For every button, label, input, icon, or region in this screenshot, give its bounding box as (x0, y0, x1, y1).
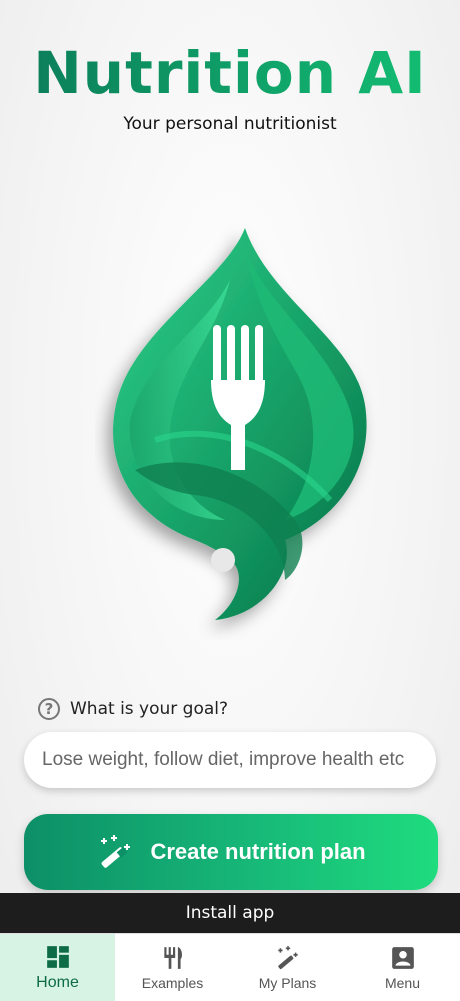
help-icon[interactable]: ? (38, 698, 60, 720)
nav-item-home[interactable]: Home (0, 934, 115, 1001)
create-plan-label: Create nutrition plan (150, 839, 366, 864)
goal-prompt: ? What is your goal? (38, 698, 228, 720)
nav-examples-label: Examples (141, 974, 204, 991)
account-box-icon (391, 946, 414, 969)
cutlery-icon (163, 946, 182, 969)
app-title: Nutrition AI (0, 38, 460, 108)
nav-item-my-plans[interactable]: My Plans (230, 934, 345, 1001)
nav-item-examples[interactable]: Examples (115, 934, 230, 1001)
install-app-label: Install app (185, 903, 275, 923)
bottom-nav: Home Examples My Plans Menu (0, 933, 460, 1001)
nav-item-menu[interactable]: Menu (345, 934, 460, 1001)
leaf-fork-logo (113, 228, 367, 620)
nav-home-label: Home (36, 973, 79, 991)
magic-wand-icon (277, 945, 298, 969)
app-subtitle: Your personal nutritionist (123, 114, 337, 134)
magic-wand-icon (101, 835, 131, 868)
goal-label: What is your goal? (70, 699, 229, 719)
nav-menu-label: Menu (384, 974, 421, 991)
create-plan-button[interactable]: Create nutrition plan (24, 814, 438, 890)
install-app-bar[interactable]: Install app (0, 893, 460, 933)
nav-my-plans-label: My Plans (258, 974, 317, 991)
goal-input[interactable] (24, 732, 436, 788)
dashboard-icon (46, 945, 69, 968)
